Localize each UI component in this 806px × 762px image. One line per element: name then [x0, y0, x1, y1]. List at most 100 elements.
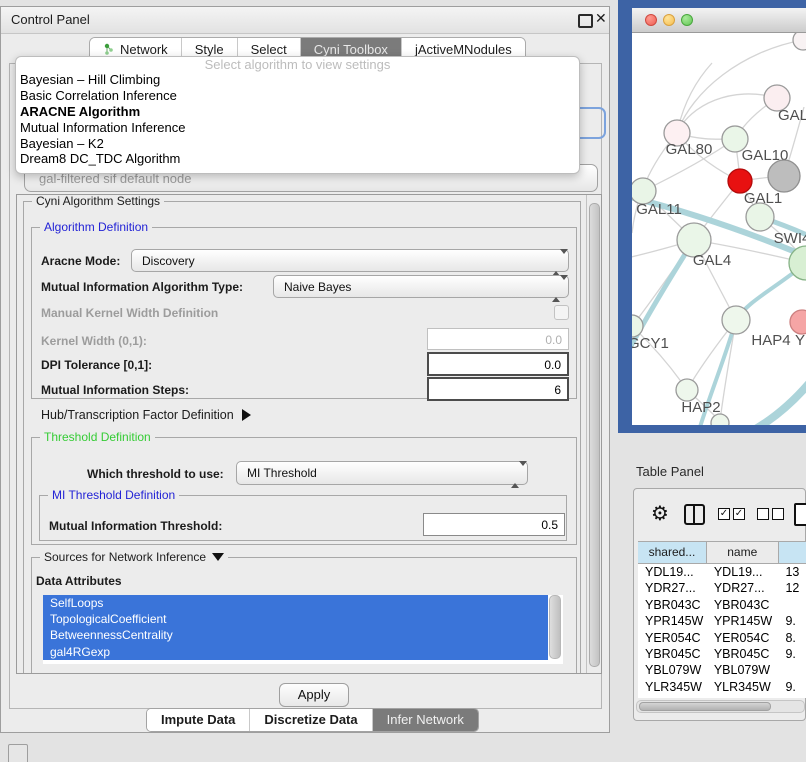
table-header-row: shared...name [638, 541, 806, 564]
table-row[interactable]: YDR27...YDR27...12 [638, 580, 806, 596]
close-icon[interactable]: ✕ [595, 10, 607, 27]
table-cell [778, 597, 806, 613]
table-cell: 8. [778, 630, 806, 646]
which-threshold-combo[interactable]: MI Threshold [236, 461, 528, 485]
table-function-icon[interactable] [794, 503, 806, 526]
tab-discretize-data[interactable]: Discretize Data [250, 709, 372, 731]
table-cell: YDL19... [638, 564, 707, 580]
table-row[interactable]: YLR345WYLR345W9. [638, 679, 806, 695]
attribute-item-selected[interactable]: gal4RGexp [43, 644, 548, 660]
manual-kernel-checkbox[interactable] [554, 305, 569, 320]
algorithm-option[interactable]: Mutual Information Inference [16, 120, 579, 136]
algorithm-option[interactable]: Dream8 DC_TDC Algorithm [16, 151, 579, 167]
table-row[interactable]: YIL052CYIL052C9. [638, 695, 806, 698]
unchecked-box-icon[interactable] [757, 508, 769, 520]
algorithm-option[interactable]: Basic Correlation Inference [16, 88, 579, 104]
network-edge[interactable] [720, 320, 736, 421]
scrollbar-thumb[interactable] [589, 203, 600, 667]
dpi-tolerance-field[interactable]: 0.0 [427, 352, 569, 376]
network-edge[interactable] [677, 94, 777, 133]
table-cell: YDL19... [707, 564, 779, 580]
network-node-y[interactable] [790, 310, 806, 334]
scrollbar-thumb[interactable] [639, 702, 771, 711]
algorithm-dropdown-popup: Select algorithm to view settings Bayesi… [15, 56, 580, 174]
checked-box-icon[interactable]: ✓ [718, 508, 730, 520]
table-toolbar: ⚙ ✓ ✓ [634, 497, 805, 533]
network-node-gcy1[interactable] [632, 315, 643, 337]
cyni-bottom-tab-bar: Impute DataDiscretize DataInfer Network [146, 708, 479, 732]
table-row[interactable]: YDL19...YDL19...13 [638, 564, 806, 580]
settings-vertical-scrollbar[interactable] [586, 195, 601, 673]
minimize-traffic-icon[interactable] [663, 14, 675, 26]
algorithm-option[interactable]: ARACNE Algorithm [16, 104, 579, 120]
table-cell: 13 [778, 564, 806, 580]
table-cell: YBR045C [707, 646, 779, 662]
table-cell: YIL052C [638, 695, 707, 698]
network-node-hap4[interactable] [722, 306, 750, 334]
network-view-window: GAL7GAL80GAL10GAL1GAL11GAL4SWI4HAP4YGCY1… [618, 0, 806, 433]
tab-impute-data[interactable]: Impute Data [147, 709, 250, 731]
collapse-down-icon [212, 553, 224, 561]
data-attributes-label: Data Attributes [36, 574, 122, 588]
table-cell: YDR27... [638, 580, 707, 596]
which-threshold-value: MI Threshold [247, 466, 317, 480]
algorithm-definition-title: Algorithm Definition [40, 220, 152, 234]
attribute-item-selected[interactable]: TopologicalCoefficient [43, 611, 548, 627]
attribute-item-selected[interactable]: SelfLoops [43, 595, 548, 611]
network-node-hap2[interactable] [676, 379, 698, 401]
table-cell: 9. [778, 646, 806, 662]
table-row[interactable]: YPR145WYPR145W9. [638, 613, 806, 629]
column-header[interactable]: shared... [638, 541, 707, 564]
network-canvas[interactable]: GAL7GAL80GAL10GAL1GAL11GAL4SWI4HAP4YGCY1… [632, 33, 806, 425]
hub-definition-toggle[interactable]: Hub/Transcription Factor Definition [41, 408, 251, 422]
sources-group-title: Sources for Network Inference [40, 550, 228, 564]
table-cell: YPR145W [638, 613, 707, 629]
zoom-traffic-icon[interactable] [681, 14, 693, 26]
tab-label: Select [251, 42, 287, 57]
close-traffic-icon[interactable] [645, 14, 657, 26]
tab-infer-network[interactable]: Infer Network [373, 709, 478, 731]
mi-threshold-field[interactable]: 0.5 [423, 513, 565, 536]
node-table[interactable]: shared...nameYDL19...YDL19...13YDR27...Y… [638, 541, 806, 698]
node-label: Y [795, 332, 805, 349]
float-window-icon[interactable] [578, 14, 593, 28]
attribute-item-selected[interactable]: BetweennessCentrality [43, 627, 548, 643]
algorithm-option[interactable]: Bayesian – Hill Climbing [16, 72, 579, 88]
table-row[interactable]: YBR045CYBR045C9. [638, 646, 806, 662]
columns-icon[interactable] [684, 504, 705, 525]
tab-label: jActiveMNodules [415, 42, 512, 57]
table-row[interactable]: YBR043CYBR043C [638, 597, 806, 613]
network-node[interactable] [746, 203, 774, 231]
mi-steps-field[interactable]: 6 [427, 377, 569, 401]
kernel-width-field[interactable]: 0.0 [427, 328, 569, 350]
table-cell: YLR345W [638, 679, 707, 695]
data-attributes-list[interactable]: SelfLoopsTopologicalCoefficientBetweenne… [43, 595, 563, 664]
manual-kernel-label: Manual Kernel Width Definition [41, 306, 218, 320]
tab-label: Style [195, 42, 224, 57]
network-graph[interactable]: GAL7GAL80GAL10GAL1GAL11GAL4SWI4HAP4YGCY1… [632, 33, 806, 425]
table-cell: YDR27... [707, 580, 779, 596]
network-edge-highlighted[interactable] [752, 375, 806, 425]
table-cell [778, 662, 806, 678]
gear-icon[interactable]: ⚙ [651, 501, 669, 526]
algorithm-option[interactable]: Bayesian – K2 [16, 136, 579, 152]
node-label: GAL11 [636, 201, 682, 218]
table-cell: YER054C [638, 630, 707, 646]
table-horizontal-scrollbar[interactable] [636, 700, 805, 713]
mi-type-combo[interactable]: Naive Bayes [273, 275, 569, 298]
node-label: GCY1 [632, 335, 669, 352]
aracne-mode-combo[interactable]: Discovery [131, 249, 569, 272]
network-node[interactable] [793, 33, 806, 50]
apply-button[interactable]: Apply [279, 683, 349, 707]
column-header[interactable]: name [707, 541, 779, 564]
checked-box-icon[interactable]: ✓ [733, 508, 745, 520]
network-node[interactable] [768, 160, 800, 192]
table-row[interactable]: YBL079WYBL079W [638, 662, 806, 678]
table-cell: YIL052C [707, 695, 779, 698]
unchecked-box-icon[interactable] [772, 508, 784, 520]
aracne-mode-value: Discovery [142, 254, 195, 268]
table-row[interactable]: YER054CYER054C8. [638, 630, 806, 646]
column-header[interactable] [779, 541, 806, 564]
attributes-scrollbar[interactable] [549, 595, 561, 659]
minimized-panel-icon[interactable] [8, 744, 28, 762]
